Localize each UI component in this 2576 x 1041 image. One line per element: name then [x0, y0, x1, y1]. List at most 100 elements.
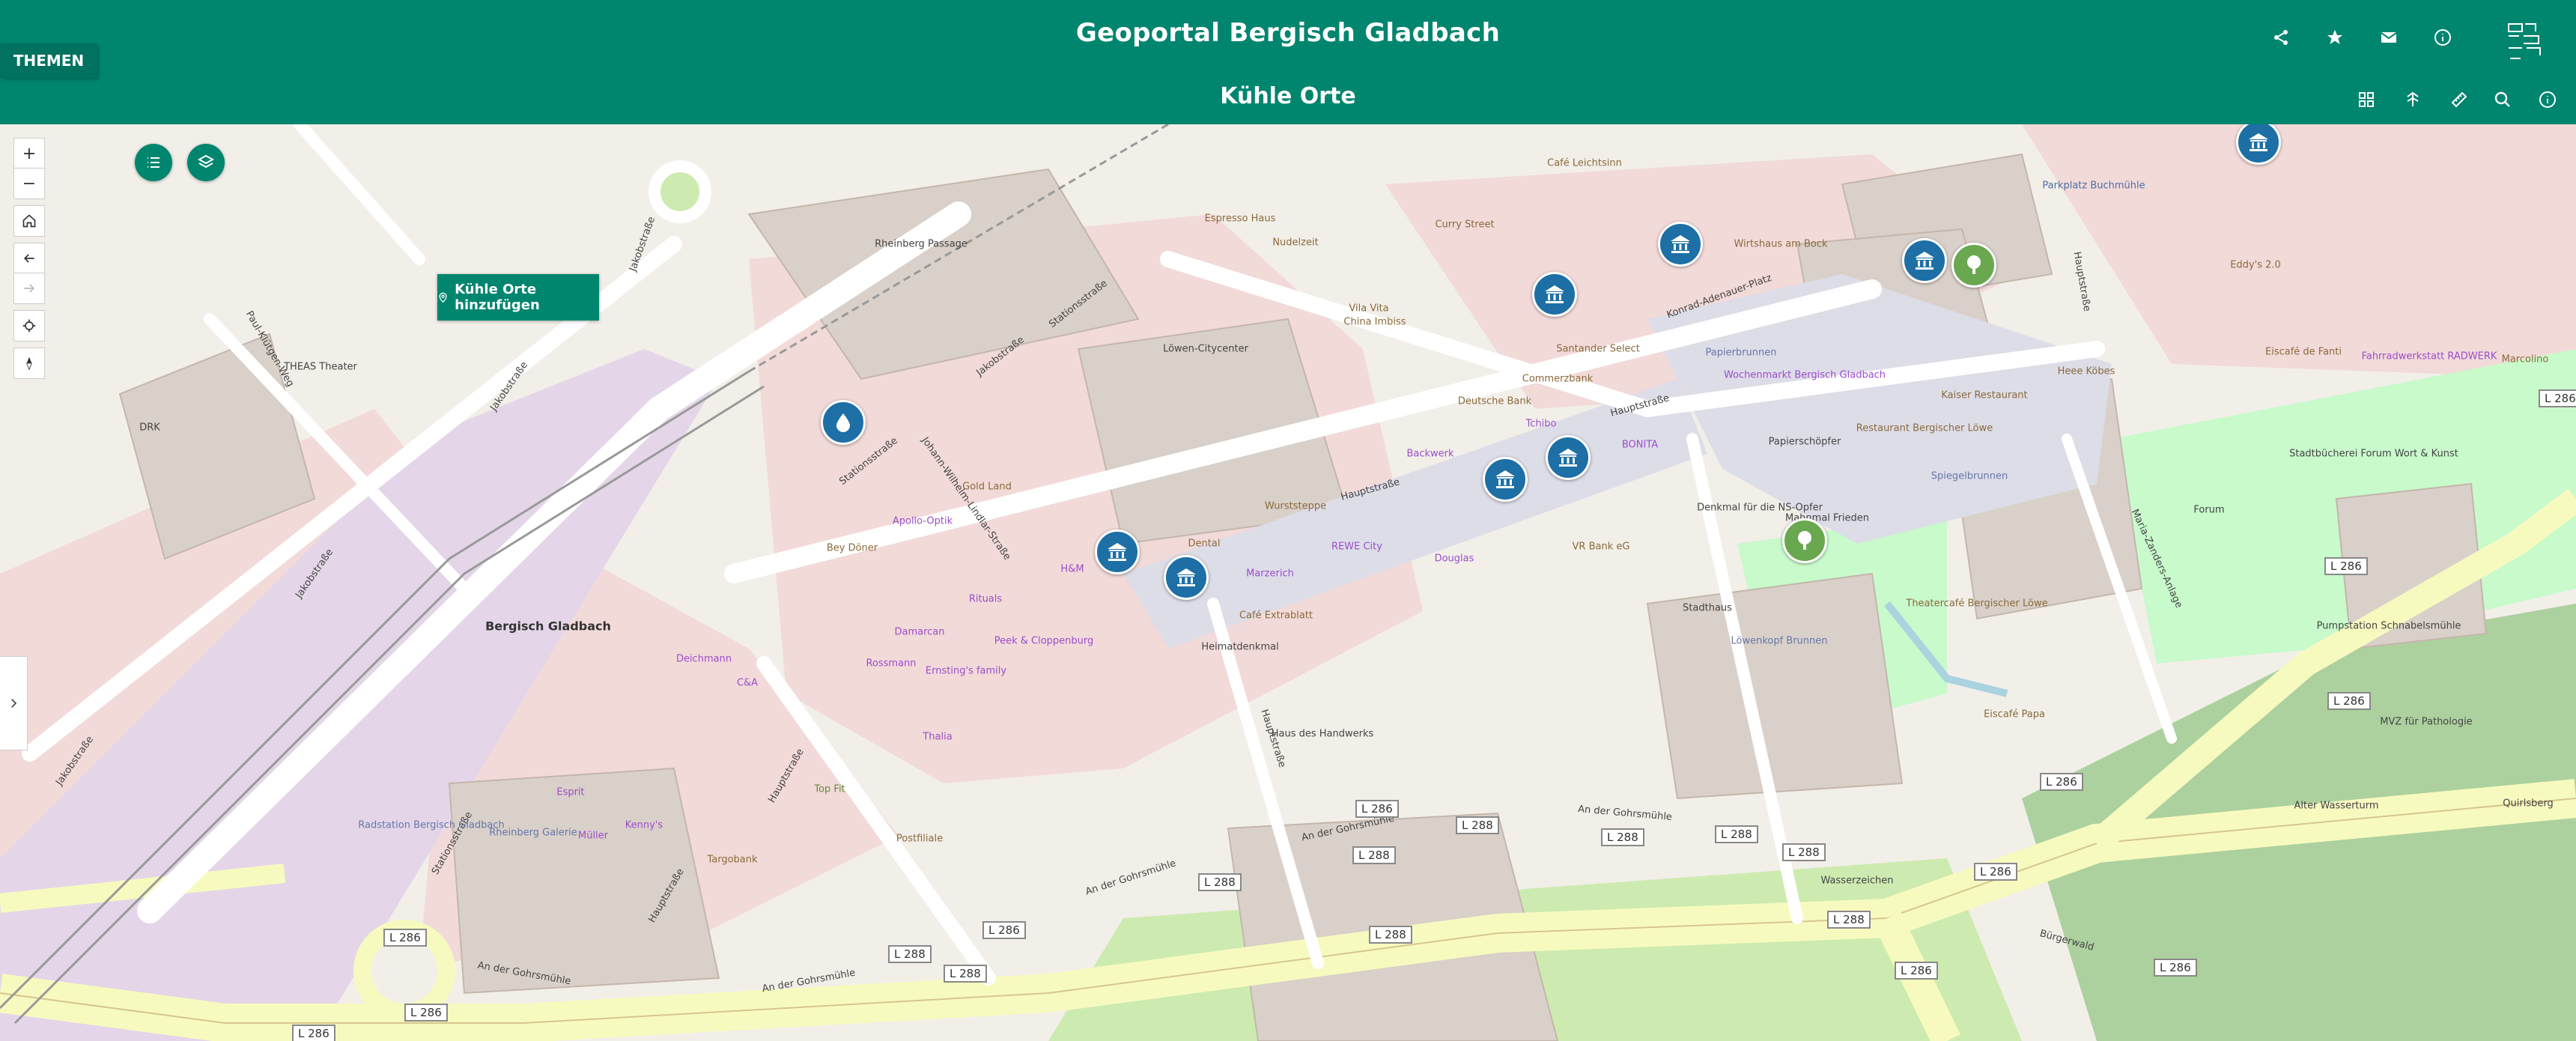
road-shield: L 288 — [944, 965, 987, 983]
poi-label: Tchibo — [1525, 418, 1557, 430]
poi-label: Marcolino — [2501, 353, 2549, 365]
compass-icon — [26, 356, 32, 371]
previous-extent-button[interactable] — [13, 243, 45, 274]
poi-label: C&A — [736, 677, 759, 689]
poi-label: China Imbiss — [1343, 316, 1406, 328]
poi-label: Deichmann — [675, 653, 732, 665]
basemap-gallery-icon[interactable] — [2351, 85, 2381, 115]
place-label: MVZ für Pathologie — [2380, 716, 2473, 728]
poi-label: Commerzbank — [1522, 373, 1594, 385]
road-shield: L 286 — [2327, 692, 2371, 710]
place-label: Alter Wasserturm — [2294, 800, 2379, 812]
place-label: Stadthaus — [1683, 602, 1732, 614]
poi-label: Fahrradwerkstatt RADWERK — [2361, 350, 2497, 362]
home-button[interactable] — [13, 205, 45, 237]
road-shield: L 288 — [1456, 816, 1499, 834]
cool-place-marker[interactable] — [1902, 238, 1947, 283]
road-shield: L 286 — [1895, 962, 1938, 980]
home-icon — [22, 214, 36, 228]
poi-label: Peek & Cloppenburg — [994, 635, 1094, 647]
poi-label: Postfiliale — [896, 833, 944, 845]
cool-place-marker[interactable] — [1483, 457, 1528, 502]
star-icon[interactable] — [2320, 22, 2350, 52]
place-label: Bergisch Gladbach — [485, 619, 611, 634]
cool-place-marker[interactable] — [1546, 435, 1591, 480]
mail-icon[interactable] — [2374, 22, 2404, 52]
poi-label: Wirtshaus am Bock — [1734, 238, 1828, 250]
share-icon[interactable] — [2266, 22, 2296, 52]
place-label: Haus des Handwerks — [1271, 728, 1374, 740]
road-shield: L 286 — [1974, 863, 2017, 881]
cool-place-marker[interactable] — [1658, 222, 1703, 267]
info-icon[interactable] — [2428, 22, 2458, 52]
place-label: Radstation Bergisch Gladbach — [358, 819, 505, 831]
legend-button[interactable] — [135, 144, 172, 181]
poi-label: Backwerk — [1406, 448, 1454, 460]
place-label: Stadtbücherei Forum Wort & Kunst — [2289, 448, 2458, 460]
poi-label: Nudelzeit — [1272, 237, 1319, 249]
city-logo — [2508, 23, 2541, 59]
side-panel-toggle[interactable] — [0, 656, 28, 750]
place-label: Denkmal für die NS-Opfer — [1697, 502, 1823, 514]
road-shield: L 286 — [292, 1025, 335, 1041]
poi-label: Spiegelbrunnen — [1931, 470, 2008, 482]
place-label: THEAS Theater — [284, 361, 357, 373]
road-shield: L 286 — [2324, 557, 2368, 575]
poi-label: Kenny's — [625, 819, 663, 831]
poi-label: Gold Land — [962, 481, 1012, 493]
poi-label: Parkplatz Buchmühle — [2042, 180, 2145, 192]
layer-list-icon[interactable] — [2398, 85, 2428, 115]
road-shield: L 288 — [1601, 828, 1644, 846]
poi-label: Esprit — [556, 786, 585, 798]
place-label: Rheinberg Passage — [875, 238, 967, 250]
locate-button[interactable] — [13, 310, 45, 342]
map-view[interactable]: Paul-Klütgen-Weg Jakobstraße Jakobstraße… — [0, 124, 2576, 1041]
tree-marker[interactable] — [1951, 243, 1996, 288]
add-cool-places-label: Kühle Orte hinzufügen — [455, 282, 540, 313]
cool-place-marker[interactable] — [1532, 272, 1577, 317]
poi-label: Apollo-Optik — [892, 515, 953, 527]
poi-label: Eiscafé de Fanti — [2264, 346, 2342, 358]
add-cool-places-button[interactable]: Kühle Orte hinzufügen — [437, 274, 599, 321]
tree-marker[interactable] — [1782, 518, 1827, 563]
poi-label: Bey Döner — [826, 542, 878, 554]
measure-icon[interactable] — [2444, 85, 2474, 115]
poi-label: Deutsche Bank — [1457, 395, 1532, 407]
search-icon[interactable] — [2488, 85, 2518, 115]
list-icon — [148, 157, 160, 168]
layers-icon — [197, 154, 215, 169]
road-shield: L 286 — [2539, 389, 2576, 407]
road-shield: L 288 — [1715, 825, 1758, 843]
locate-icon — [22, 319, 36, 333]
app-header: THEMEN Geoportal Bergisch Gladbach Kühle… — [0, 0, 2576, 124]
road-shield: L 286 — [982, 921, 1026, 939]
road-shield: L 288 — [1352, 846, 1396, 864]
road-shield: L 286 — [2040, 773, 2083, 791]
poi-label: Heee Köbes — [2057, 365, 2115, 377]
place-label: Löwenkopf Brunnen — [1731, 635, 1828, 647]
poi-label: Thalia — [923, 731, 953, 743]
next-extent-button[interactable] — [13, 273, 45, 304]
place-label: Papierschöpfer — [1768, 436, 1841, 448]
road-shield: L 286 — [2154, 959, 2197, 977]
poi-label: Kaiser Restaurant — [1941, 389, 2028, 401]
zoom-in-button[interactable]: + — [13, 138, 45, 169]
chevron-right-icon — [11, 699, 17, 708]
poi-label: Müller — [577, 830, 609, 842]
info-icon[interactable] — [2533, 85, 2563, 115]
layers-button[interactable] — [187, 144, 225, 181]
poi-label: BONITA — [1621, 439, 1659, 451]
themes-button[interactable]: THEMEN — [0, 43, 97, 78]
basemap — [0, 124, 2576, 1041]
poi-label: Curry Street — [1435, 219, 1495, 231]
cool-place-marker[interactable] — [1095, 529, 1140, 574]
place-label: Heimatdenkmal — [1201, 641, 1279, 653]
site-title: Geoportal Bergisch Gladbach — [1075, 18, 1501, 48]
compass-button[interactable] — [13, 347, 45, 379]
zoom-out-button[interactable]: − — [13, 168, 45, 199]
poi-label: Rituals — [968, 593, 1003, 605]
poi-label: Eiscafé Papa — [1984, 708, 2045, 720]
street-label: Quirlsberg — [2503, 798, 2554, 810]
cool-place-marker[interactable] — [1164, 555, 1209, 600]
water-marker[interactable] — [821, 400, 866, 445]
